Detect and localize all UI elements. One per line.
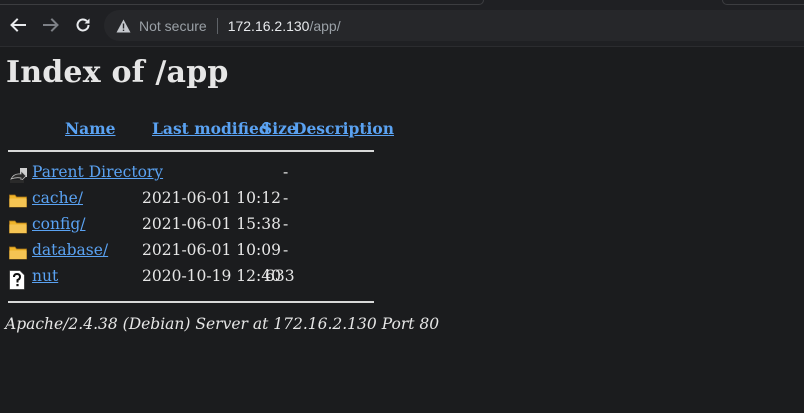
forward-button[interactable]	[39, 13, 63, 37]
row-size: -	[283, 189, 289, 207]
back-button[interactable]	[6, 13, 30, 37]
folder-icon	[9, 192, 27, 210]
page-title: Index of /app	[6, 55, 229, 90]
reload-icon	[76, 18, 90, 32]
folder-icon	[9, 218, 27, 236]
server-signature: Apache/2.4.38 (Debian) Server at 172.16.…	[5, 315, 440, 333]
header-divider	[8, 150, 374, 152]
table-row: database/ 2021-06-01 10:09 -	[6, 241, 374, 267]
file-link-nut[interactable]: nut	[32, 267, 58, 285]
row-size: -	[283, 241, 289, 259]
arrow-left-icon	[10, 18, 26, 32]
column-header-last-modified[interactable]: Last modified	[152, 119, 270, 138]
url-path[interactable]: /app/	[309, 18, 340, 34]
reload-button[interactable]	[71, 13, 95, 37]
table-row: Parent Directory -	[6, 163, 374, 189]
row-last-modified: 2021-06-01 15:38	[142, 215, 281, 233]
warning-icon[interactable]	[116, 18, 131, 33]
row-last-modified: 2021-06-01 10:12	[142, 189, 281, 207]
parent-directory-link[interactable]: Parent Directory	[32, 163, 163, 181]
row-last-modified: 2020-10-19 12:40	[142, 267, 281, 285]
directory-link-database[interactable]: database/	[32, 241, 108, 259]
security-status-label[interactable]: Not secure	[139, 18, 207, 34]
address-bar[interactable]: Not secure 172.16.2.130 /app/	[104, 10, 804, 41]
unknown-file-icon	[9, 270, 27, 290]
arrow-right-icon	[43, 18, 59, 32]
column-header-description[interactable]: Description	[293, 119, 394, 138]
column-header-size[interactable]: Size	[261, 119, 297, 138]
browser-toolbar: Not secure 172.16.2.130 /app/	[0, 0, 804, 47]
row-size: -	[283, 215, 289, 233]
table-row: cache/ 2021-06-01 10:12 -	[6, 189, 374, 215]
column-header-name[interactable]: Name	[65, 119, 115, 138]
inactive-tab-edge[interactable]	[722, 0, 804, 5]
url-host[interactable]: 172.16.2.130	[228, 18, 310, 34]
row-size: 633	[265, 267, 295, 285]
page-content: Index of /app Name Last modified Size De…	[0, 47, 804, 413]
table-row: config/ 2021-06-01 15:38 -	[6, 215, 374, 241]
directory-link-cache[interactable]: cache/	[32, 189, 83, 207]
omnibox-divider	[216, 17, 218, 34]
row-last-modified: 2021-06-01 10:09	[142, 241, 281, 259]
table-row: nut 2020-10-19 12:40 633	[6, 267, 374, 293]
footer-divider	[8, 301, 374, 303]
row-size: -	[283, 163, 289, 181]
directory-link-config[interactable]: config/	[32, 215, 85, 233]
active-tab-edge	[0, 0, 484, 5]
back-icon	[9, 166, 27, 184]
folder-icon	[9, 244, 27, 262]
